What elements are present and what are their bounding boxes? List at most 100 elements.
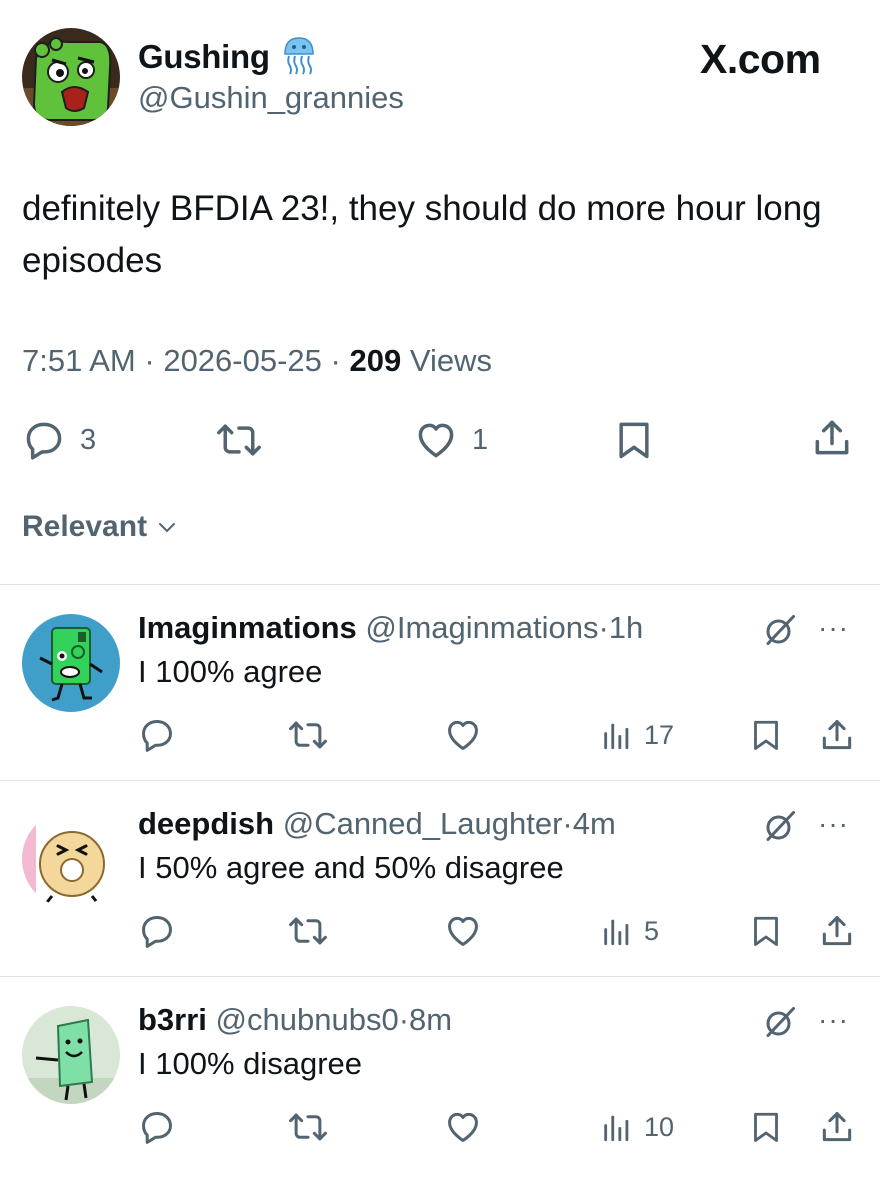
jellyfish-icon bbox=[282, 36, 316, 76]
more-icon[interactable]: ··· bbox=[818, 1004, 849, 1036]
reply-time[interactable]: 4m bbox=[573, 806, 616, 841]
share-icon bbox=[818, 912, 856, 950]
views-count: 10 bbox=[644, 1111, 675, 1142]
like-icon bbox=[444, 1108, 482, 1146]
share-icon bbox=[818, 1108, 856, 1146]
sort-relevant-dropdown[interactable]: Relevant bbox=[22, 510, 179, 544]
reply-count: 3 bbox=[80, 423, 97, 456]
reply-author-handle[interactable]: @chubnubs0 bbox=[216, 1002, 399, 1037]
views-count: 5 bbox=[644, 915, 660, 946]
bookmark-icon bbox=[748, 912, 784, 950]
views-icon bbox=[600, 1108, 634, 1146]
retweet-icon bbox=[286, 716, 330, 754]
reply-author-handle[interactable]: @Imaginmations bbox=[365, 610, 598, 645]
like-icon bbox=[444, 716, 482, 754]
reply-text: I 50% agree and 50% disagree bbox=[138, 850, 564, 885]
like-button[interactable]: 1 bbox=[414, 418, 488, 462]
reply-header: deepdish @Canned_Laughter·4m bbox=[138, 806, 616, 842]
share-button[interactable] bbox=[810, 416, 854, 460]
reply-item[interactable]: Imaginmations @Imaginmations·1h ··· I 10… bbox=[0, 584, 880, 780]
avatar[interactable] bbox=[22, 1006, 120, 1104]
share-button[interactable] bbox=[818, 912, 856, 950]
grok-icon[interactable] bbox=[762, 1004, 798, 1040]
like-button[interactable] bbox=[444, 1108, 482, 1146]
grok-icon[interactable] bbox=[762, 808, 798, 844]
views-icon bbox=[600, 912, 634, 950]
views-icon bbox=[600, 716, 634, 754]
bookmark-icon bbox=[748, 716, 784, 754]
reply-separator: · bbox=[598, 610, 609, 645]
author-name[interactable]: Gushing bbox=[138, 38, 270, 76]
reply-separator: · bbox=[398, 1002, 410, 1037]
reply-item[interactable]: deepdish @Canned_Laughter·4m ··· I 50% a… bbox=[0, 780, 880, 976]
like-icon bbox=[444, 912, 482, 950]
sort-label: Relevant bbox=[22, 510, 148, 543]
retweet-button[interactable] bbox=[286, 1108, 330, 1146]
tweet-text: definitely BFDIA 23!, they should do mor… bbox=[22, 189, 822, 280]
bookmark-icon bbox=[748, 1108, 784, 1146]
reply-separator: · bbox=[562, 806, 573, 841]
reply-icon bbox=[138, 912, 176, 950]
meta-separator: · bbox=[144, 343, 155, 378]
reply-icon bbox=[22, 418, 66, 462]
bookmark-button[interactable] bbox=[612, 418, 656, 462]
like-icon bbox=[414, 418, 458, 462]
reply-author-name[interactable]: Imaginmations bbox=[138, 610, 357, 645]
reply-text: I 100% disagree bbox=[138, 1046, 363, 1081]
views-button[interactable]: 5 bbox=[600, 912, 659, 950]
share-icon bbox=[810, 416, 854, 460]
share-button[interactable] bbox=[818, 716, 856, 754]
reply-icon bbox=[138, 1108, 176, 1146]
bookmark-icon bbox=[612, 418, 656, 462]
retweet-button[interactable] bbox=[214, 418, 264, 462]
views-count: 209 bbox=[349, 343, 402, 378]
reply-icon bbox=[138, 716, 176, 754]
like-count: 1 bbox=[472, 423, 489, 456]
more-icon[interactable]: ··· bbox=[818, 808, 849, 840]
reply-button[interactable] bbox=[138, 912, 176, 950]
like-button[interactable] bbox=[444, 716, 482, 754]
reply-author-name[interactable]: deepdish bbox=[138, 806, 274, 841]
meta-separator: · bbox=[330, 343, 341, 378]
retweet-button[interactable] bbox=[286, 912, 330, 950]
retweet-icon bbox=[214, 418, 264, 462]
share-button[interactable] bbox=[818, 1108, 856, 1146]
author-handle[interactable]: @Gushin_grannies bbox=[138, 80, 404, 116]
bookmark-button[interactable] bbox=[748, 1108, 784, 1146]
avatar[interactable] bbox=[22, 810, 120, 908]
reply-actions: 10 bbox=[138, 1108, 858, 1148]
reply-author-name[interactable]: b3rri bbox=[138, 1002, 207, 1037]
reply-text: I 100% agree bbox=[138, 654, 323, 689]
tweet-meta: 7:51 AM · 2026-05-25 · 209 Views bbox=[22, 343, 492, 379]
reply-time[interactable]: 8m bbox=[409, 1002, 452, 1037]
tweet-time[interactable]: 7:51 AM bbox=[22, 343, 136, 378]
views-button[interactable]: 17 bbox=[600, 716, 674, 754]
reply-header: Imaginmations @Imaginmations·1h bbox=[138, 610, 643, 646]
retweet-icon bbox=[286, 912, 330, 950]
views-count: 17 bbox=[644, 719, 675, 750]
more-icon[interactable]: ··· bbox=[818, 612, 849, 644]
tweet-date[interactable]: 2026-05-25 bbox=[163, 343, 322, 378]
reply-item[interactable]: b3rri @chubnubs0·8m ··· I 100% disagree … bbox=[0, 976, 880, 1172]
reply-button[interactable] bbox=[138, 716, 176, 754]
grok-icon[interactable] bbox=[762, 612, 798, 648]
reply-button[interactable]: 3 bbox=[22, 418, 96, 462]
reply-time[interactable]: 1h bbox=[609, 610, 643, 645]
site-label: X.com bbox=[700, 36, 821, 82]
reply-actions: 5 bbox=[138, 912, 858, 952]
avatar[interactable] bbox=[22, 614, 120, 712]
bookmark-button[interactable] bbox=[748, 716, 784, 754]
reply-actions: 17 bbox=[138, 716, 858, 756]
views-label: Views bbox=[409, 343, 492, 378]
reply-author-handle[interactable]: @Canned_Laughter bbox=[283, 806, 563, 841]
share-icon bbox=[818, 716, 856, 754]
like-button[interactable] bbox=[444, 912, 482, 950]
reply-button[interactable] bbox=[138, 1108, 176, 1146]
bookmark-button[interactable] bbox=[748, 912, 784, 950]
chevron-down-icon bbox=[155, 515, 179, 539]
author-avatar[interactable] bbox=[22, 28, 120, 126]
retweet-icon bbox=[286, 1108, 330, 1146]
retweet-button[interactable] bbox=[286, 716, 330, 754]
reply-header: b3rri @chubnubs0·8m bbox=[138, 1002, 452, 1038]
views-button[interactable]: 10 bbox=[600, 1108, 674, 1146]
